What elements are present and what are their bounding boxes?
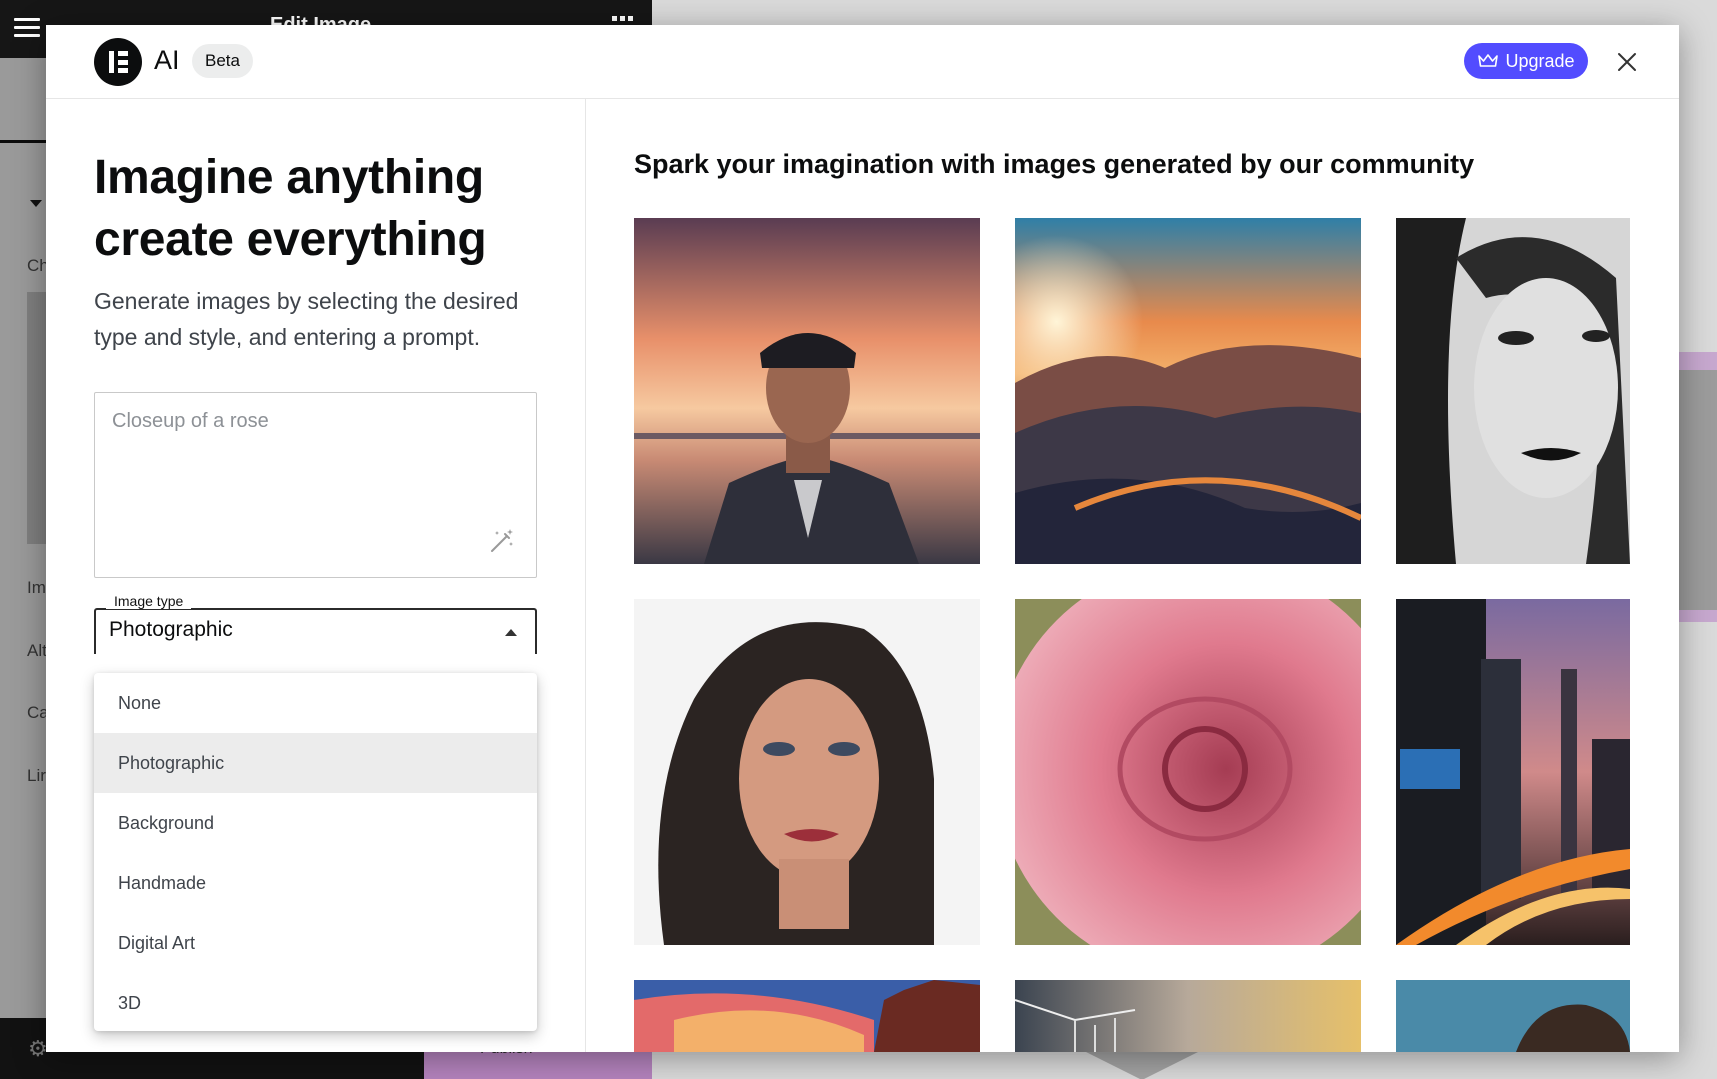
gallery-image-city-night[interactable]: [1396, 599, 1630, 945]
menu-item-handmade[interactable]: Handmade: [94, 853, 537, 913]
apps-grid-icon: [612, 16, 634, 21]
gallery-image-bw-portrait[interactable]: [1396, 218, 1630, 564]
caret-down-icon: [30, 200, 42, 207]
editor-image-preview: [27, 292, 46, 544]
elementor-logo-icon: [94, 38, 142, 86]
upgrade-button[interactable]: Upgrade: [1464, 43, 1588, 79]
panel-tab-underline: [0, 140, 46, 143]
upgrade-label: Upgrade: [1505, 50, 1575, 71]
arrow-up-icon: [505, 629, 517, 636]
gallery-image-elderly-man[interactable]: [634, 218, 980, 564]
menu-item-3d[interactable]: 3D: [94, 973, 537, 1033]
magic-wand-icon[interactable]: [488, 527, 516, 555]
canvas-element: [1675, 370, 1717, 610]
canvas-shape: [1082, 1050, 1202, 1079]
ai-image-modal: AI Beta Upgrade Imagine anything create …: [46, 25, 1679, 1052]
headline-line: Imagine anything: [94, 151, 484, 204]
image-type-label: Image type: [106, 593, 192, 609]
headline: Imagine anything create everything: [94, 147, 554, 271]
modal-header: AI Beta Upgrade: [46, 25, 1679, 99]
image-type-dropdown: None Photographic Background Handmade Di…: [94, 673, 537, 1031]
side-label: Alt: [27, 641, 47, 660]
menu-item-none[interactable]: None: [94, 673, 537, 733]
menu-item-background[interactable]: Background: [94, 793, 537, 853]
crown-icon: [1478, 54, 1499, 67]
headline-line: create everything: [94, 213, 487, 266]
menu-item-digital-art[interactable]: Digital Art: [94, 913, 537, 973]
gallery-image-pink-rose[interactable]: [1015, 599, 1361, 945]
prompt-input[interactable]: [94, 392, 537, 578]
description: Generate images by selecting the desired…: [94, 288, 519, 350]
gallery-image-woman-portrait[interactable]: [634, 599, 980, 945]
gallery-title: Spark your imagination with images gener…: [634, 149, 1475, 179]
brand-name: AI: [154, 45, 180, 75]
side-label: Im: [27, 578, 46, 597]
gear-icon: ⚙: [28, 1036, 48, 1061]
image-type-value: Photographic: [109, 618, 233, 641]
gallery-image-mountain-sunset[interactable]: [1015, 218, 1361, 564]
pane-divider: [585, 99, 586, 1052]
close-icon: [1618, 53, 1636, 71]
gallery-image-colorful-sky[interactable]: [634, 980, 980, 1052]
side-label: Lir: [27, 766, 46, 785]
beta-badge: Beta: [192, 44, 253, 78]
menu-item-photographic[interactable]: Photographic: [94, 733, 537, 793]
menu-icon: [14, 18, 40, 38]
gallery-image-woman-partial[interactable]: [1396, 980, 1630, 1052]
close-button[interactable]: [1612, 47, 1642, 77]
gallery-image-bridge[interactable]: [1015, 980, 1361, 1052]
